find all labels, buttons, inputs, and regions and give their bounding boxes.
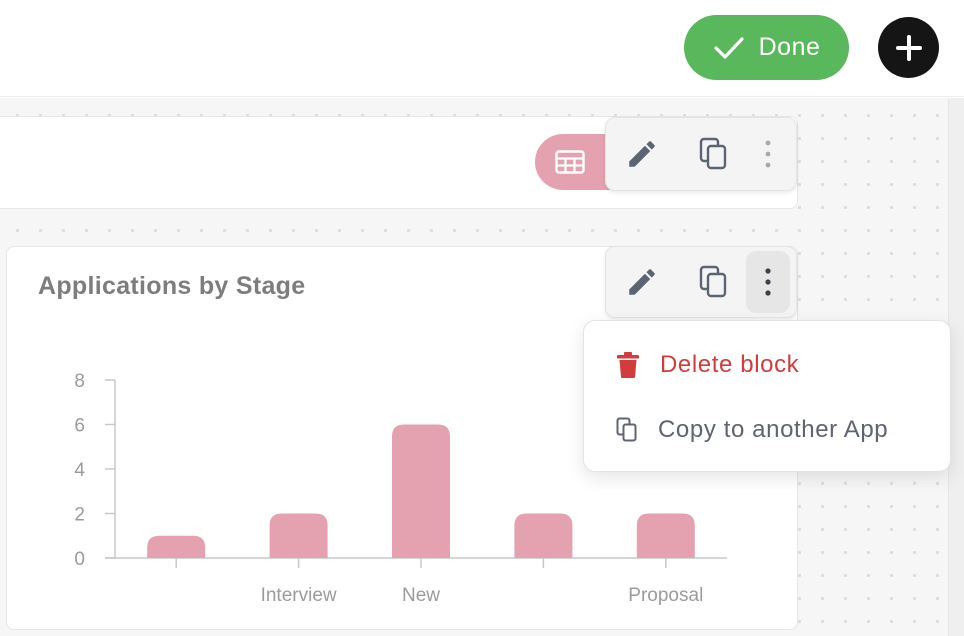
y-tick-label: 2 bbox=[74, 505, 85, 526]
chart-bar bbox=[514, 513, 573, 558]
chart-bar bbox=[269, 513, 328, 558]
copy-to-app-menu-item[interactable]: Copy to another App bbox=[584, 402, 950, 458]
edit-button[interactable] bbox=[620, 260, 664, 304]
delete-block-label: Delete block bbox=[660, 351, 800, 378]
chart-bar bbox=[392, 424, 450, 558]
table-icon bbox=[555, 150, 585, 174]
y-tick-label: 0 bbox=[74, 549, 85, 570]
more-vertical-icon bbox=[765, 268, 771, 296]
done-label: Done bbox=[758, 33, 821, 61]
chart-bar bbox=[636, 513, 695, 558]
copy-icon bbox=[699, 265, 727, 298]
y-tick-label: 8 bbox=[74, 371, 85, 392]
more-options-button[interactable] bbox=[746, 251, 790, 313]
top-bar: Done bbox=[0, 0, 964, 97]
copy-icon bbox=[616, 417, 637, 442]
delete-block-menu-item[interactable]: Delete block bbox=[584, 337, 950, 393]
edit-button[interactable] bbox=[620, 132, 664, 176]
pencil-icon bbox=[629, 269, 655, 295]
copy-icon bbox=[699, 137, 727, 170]
check-icon bbox=[714, 36, 744, 59]
chart-bar bbox=[147, 535, 206, 558]
copy-to-app-label: Copy to another App bbox=[658, 416, 889, 443]
plus-icon bbox=[895, 34, 922, 61]
y-tick-label: 4 bbox=[74, 460, 85, 481]
block-options-menu: Delete block Copy to another App bbox=[583, 320, 951, 472]
trash-icon bbox=[617, 352, 639, 378]
duplicate-button[interactable] bbox=[692, 132, 736, 176]
duplicate-button[interactable] bbox=[692, 260, 736, 304]
more-vertical-icon bbox=[765, 140, 771, 168]
x-tick-label: New bbox=[402, 585, 440, 606]
y-tick-label: 6 bbox=[74, 416, 85, 437]
x-tick-label: Proposal bbox=[628, 585, 703, 606]
chart-title: Applications by Stage bbox=[38, 272, 306, 300]
block-toolbar bbox=[605, 246, 797, 318]
block-toolbar bbox=[605, 117, 797, 191]
done-button[interactable]: Done bbox=[684, 15, 849, 80]
add-button[interactable] bbox=[878, 17, 939, 78]
pencil-icon bbox=[629, 141, 655, 167]
x-tick-label: Interview bbox=[261, 585, 337, 606]
more-options-button[interactable] bbox=[746, 123, 790, 185]
